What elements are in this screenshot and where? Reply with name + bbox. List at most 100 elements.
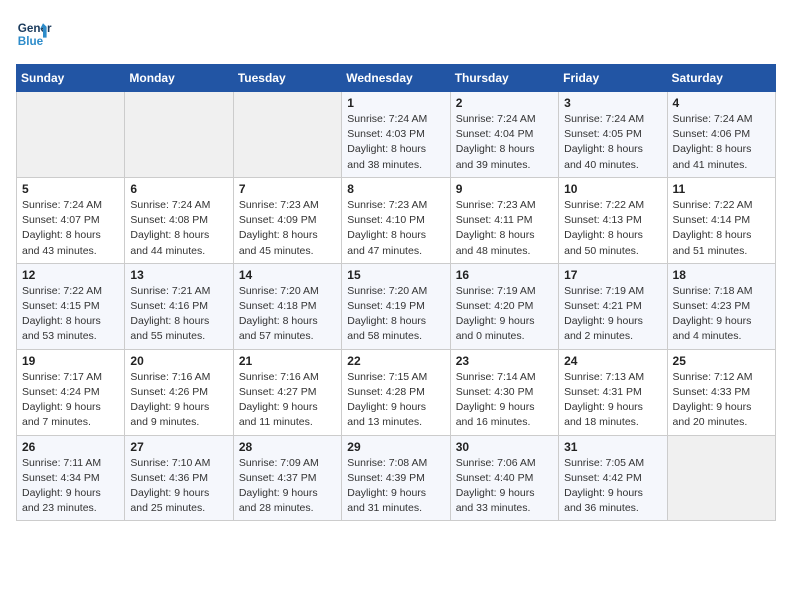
day-info: Sunrise: 7:12 AMSunset: 4:33 PMDaylight:…	[673, 370, 770, 431]
day-info: Sunrise: 7:19 AMSunset: 4:20 PMDaylight:…	[456, 284, 553, 345]
day-number: 23	[456, 354, 553, 368]
day-info: Sunrise: 7:06 AMSunset: 4:40 PMDaylight:…	[456, 456, 553, 517]
weekday-header-saturday: Saturday	[667, 65, 775, 92]
day-number: 1	[347, 96, 444, 110]
day-info: Sunrise: 7:05 AMSunset: 4:42 PMDaylight:…	[564, 456, 661, 517]
day-info: Sunrise: 7:24 AMSunset: 4:05 PMDaylight:…	[564, 112, 661, 173]
logo: General Blue	[16, 16, 52, 52]
calendar-cell: 16 Sunrise: 7:19 AMSunset: 4:20 PMDayligh…	[450, 263, 558, 349]
calendar-cell: 10Sunrise: 7:22 AMSunset: 4:13 PMDayligh…	[559, 177, 667, 263]
calendar-cell: 31 Sunrise: 7:05 AMSunset: 4:42 PMDayligh…	[559, 435, 667, 521]
day-info: Sunrise: 7:22 AMSunset: 4:14 PMDaylight:…	[673, 198, 770, 259]
day-info: Sunrise: 7:24 AMSunset: 4:07 PMDaylight:…	[22, 198, 119, 259]
calendar-cell: 6 Sunrise: 7:24 AMSunset: 4:08 PMDaylight…	[125, 177, 233, 263]
day-number: 20	[130, 354, 227, 368]
day-number: 3	[564, 96, 661, 110]
page-header: General Blue	[16, 16, 776, 52]
weekday-header-row: SundayMondayTuesdayWednesdayThursdayFrid…	[17, 65, 776, 92]
day-number: 10	[564, 182, 661, 196]
calendar-cell: 15 Sunrise: 7:20 AMSunset: 4:19 PMDayligh…	[342, 263, 450, 349]
day-number: 4	[673, 96, 770, 110]
day-info: Sunrise: 7:21 AMSunset: 4:16 PMDaylight:…	[130, 284, 227, 345]
svg-text:Blue: Blue	[18, 35, 44, 48]
day-info: Sunrise: 7:23 AMSunset: 4:10 PMDaylight:…	[347, 198, 444, 259]
calendar-cell: 27 Sunrise: 7:10 AMSunset: 4:36 PMDayligh…	[125, 435, 233, 521]
calendar-table: SundayMondayTuesdayWednesdayThursdayFrid…	[16, 64, 776, 521]
weekday-header-monday: Monday	[125, 65, 233, 92]
calendar-cell: 22 Sunrise: 7:15 AMSunset: 4:28 PMDayligh…	[342, 349, 450, 435]
day-number: 15	[347, 268, 444, 282]
day-info: Sunrise: 7:22 AMSunset: 4:15 PMDaylight:…	[22, 284, 119, 345]
day-number: 19	[22, 354, 119, 368]
day-info: Sunrise: 7:16 AMSunset: 4:26 PMDaylight:…	[130, 370, 227, 431]
day-number: 8	[347, 182, 444, 196]
day-info: Sunrise: 7:17 AMSunset: 4:24 PMDaylight:…	[22, 370, 119, 431]
day-number: 22	[347, 354, 444, 368]
day-number: 31	[564, 440, 661, 454]
calendar-cell: 14Sunrise: 7:20 AMSunset: 4:18 PMDayligh…	[233, 263, 341, 349]
day-info: Sunrise: 7:20 AMSunset: 4:19 PMDaylight:…	[347, 284, 444, 345]
day-number: 2	[456, 96, 553, 110]
day-info: Sunrise: 7:15 AMSunset: 4:28 PMDaylight:…	[347, 370, 444, 431]
day-number: 12	[22, 268, 119, 282]
day-number: 26	[22, 440, 119, 454]
day-number: 29	[347, 440, 444, 454]
day-number: 28	[239, 440, 336, 454]
day-number: 13	[130, 268, 227, 282]
calendar-week-row: 26 Sunrise: 7:11 AMSunset: 4:34 PMDayligh…	[17, 435, 776, 521]
day-info: Sunrise: 7:09 AMSunset: 4:37 PMDaylight:…	[239, 456, 336, 517]
day-number: 17	[564, 268, 661, 282]
day-number: 6	[130, 182, 227, 196]
calendar-cell: 28 Sunrise: 7:09 AMSunset: 4:37 PMDayligh…	[233, 435, 341, 521]
day-number: 16	[456, 268, 553, 282]
svg-text:General: General	[18, 22, 52, 35]
weekday-header-thursday: Thursday	[450, 65, 558, 92]
day-number: 21	[239, 354, 336, 368]
day-info: Sunrise: 7:24 AMSunset: 4:06 PMDaylight:…	[673, 112, 770, 173]
calendar-week-row: 19 Sunrise: 7:17 AMSunset: 4:24 PMDayligh…	[17, 349, 776, 435]
calendar-cell: 21 Sunrise: 7:16 AMSunset: 4:27 PMDayligh…	[233, 349, 341, 435]
day-number: 11	[673, 182, 770, 196]
day-info: Sunrise: 7:13 AMSunset: 4:31 PMDaylight:…	[564, 370, 661, 431]
day-info: Sunrise: 7:10 AMSunset: 4:36 PMDaylight:…	[130, 456, 227, 517]
day-info: Sunrise: 7:20 AMSunset: 4:18 PMDaylight:…	[239, 284, 336, 345]
weekday-header-tuesday: Tuesday	[233, 65, 341, 92]
calendar-cell	[17, 92, 125, 178]
calendar-cell: 11 Sunrise: 7:22 AMSunset: 4:14 PMDayligh…	[667, 177, 775, 263]
day-info: Sunrise: 7:16 AMSunset: 4:27 PMDaylight:…	[239, 370, 336, 431]
day-info: Sunrise: 7:18 AMSunset: 4:23 PMDaylight:…	[673, 284, 770, 345]
calendar-cell: 26 Sunrise: 7:11 AMSunset: 4:34 PMDayligh…	[17, 435, 125, 521]
calendar-cell	[125, 92, 233, 178]
calendar-body: 1 Sunrise: 7:24 AMSunset: 4:03 PMDaylight…	[17, 92, 776, 521]
day-info: Sunrise: 7:24 AMSunset: 4:08 PMDaylight:…	[130, 198, 227, 259]
calendar-cell: 24Sunrise: 7:13 AMSunset: 4:31 PMDayligh…	[559, 349, 667, 435]
day-info: Sunrise: 7:23 AMSunset: 4:09 PMDaylight:…	[239, 198, 336, 259]
weekday-header-friday: Friday	[559, 65, 667, 92]
day-number: 25	[673, 354, 770, 368]
calendar-cell: 29 Sunrise: 7:08 AMSunset: 4:39 PMDayligh…	[342, 435, 450, 521]
weekday-header-wednesday: Wednesday	[342, 65, 450, 92]
day-info: Sunrise: 7:11 AMSunset: 4:34 PMDaylight:…	[22, 456, 119, 517]
calendar-cell: 20 Sunrise: 7:16 AMSunset: 4:26 PMDayligh…	[125, 349, 233, 435]
day-number: 18	[673, 268, 770, 282]
calendar-cell: 8 Sunrise: 7:23 AMSunset: 4:10 PMDaylight…	[342, 177, 450, 263]
calendar-cell: 7 Sunrise: 7:23 AMSunset: 4:09 PMDaylight…	[233, 177, 341, 263]
day-number: 7	[239, 182, 336, 196]
calendar-cell: 18 Sunrise: 7:18 AMSunset: 4:23 PMDayligh…	[667, 263, 775, 349]
calendar-cell	[233, 92, 341, 178]
calendar-cell: 30Sunrise: 7:06 AMSunset: 4:40 PMDayligh…	[450, 435, 558, 521]
day-info: Sunrise: 7:24 AMSunset: 4:03 PMDaylight:…	[347, 112, 444, 173]
calendar-cell: 12 Sunrise: 7:22 AMSunset: 4:15 PMDayligh…	[17, 263, 125, 349]
day-info: Sunrise: 7:24 AMSunset: 4:04 PMDaylight:…	[456, 112, 553, 173]
calendar-week-row: 1 Sunrise: 7:24 AMSunset: 4:03 PMDaylight…	[17, 92, 776, 178]
weekday-header-sunday: Sunday	[17, 65, 125, 92]
calendar-cell: 25 Sunrise: 7:12 AMSunset: 4:33 PMDayligh…	[667, 349, 775, 435]
calendar-cell: 23Sunrise: 7:14 AMSunset: 4:30 PMDayligh…	[450, 349, 558, 435]
day-number: 27	[130, 440, 227, 454]
day-number: 5	[22, 182, 119, 196]
day-info: Sunrise: 7:08 AMSunset: 4:39 PMDaylight:…	[347, 456, 444, 517]
calendar-cell: 3 Sunrise: 7:24 AMSunset: 4:05 PMDaylight…	[559, 92, 667, 178]
calendar-cell: 13 Sunrise: 7:21 AMSunset: 4:16 PMDayligh…	[125, 263, 233, 349]
calendar-cell: 1 Sunrise: 7:24 AMSunset: 4:03 PMDaylight…	[342, 92, 450, 178]
calendar-week-row: 12 Sunrise: 7:22 AMSunset: 4:15 PMDayligh…	[17, 263, 776, 349]
